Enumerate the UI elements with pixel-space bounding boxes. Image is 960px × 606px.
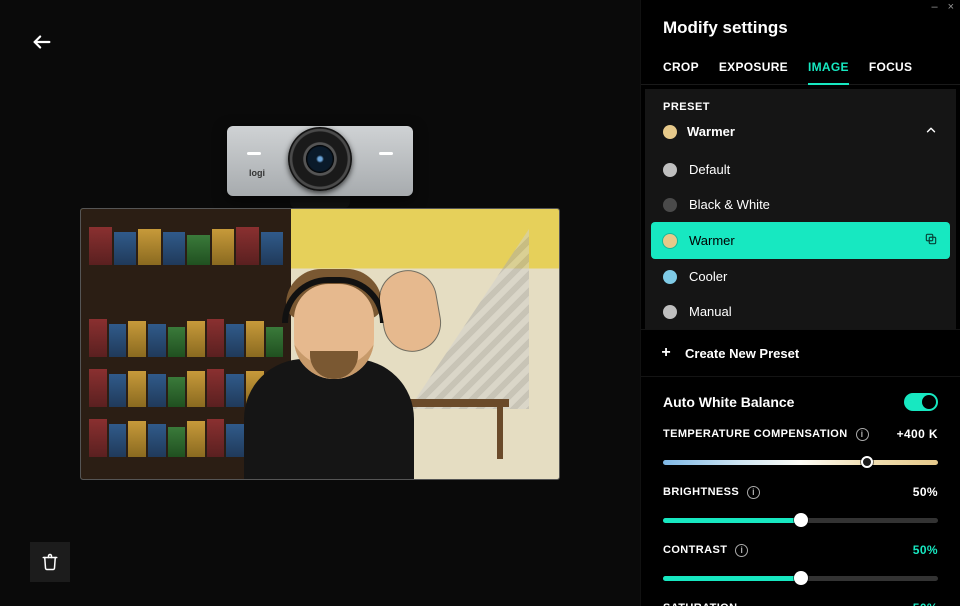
panel-scroll[interactable]: PRESET Warmer Default Black & White [641,85,960,606]
preset-heading: PRESET [645,89,956,117]
awb-section: Auto White Balance [641,377,960,417]
temperature-thumb[interactable] [861,456,873,468]
temperature-track [663,460,938,465]
contrast-slider[interactable] [663,569,938,587]
awb-toggle[interactable] [904,393,938,411]
tab-exposure[interactable]: EXPOSURE [719,52,788,84]
app-root: logi [0,0,960,606]
window-controls: – × [641,0,960,16]
contrast-fill [663,576,801,581]
info-icon[interactable]: i [735,544,748,557]
settings-panel: – × Modify settings CROP EXPOSURE IMAGE … [640,0,960,606]
saturation-control: SATURATION 50% [641,591,960,606]
awb-label: Auto White Balance [663,394,904,410]
tab-focus[interactable]: FOCUS [869,52,913,84]
swatch-manual [663,305,677,319]
webcam-mount [290,194,350,208]
info-icon[interactable]: i [856,428,869,441]
preset-option-cooler[interactable]: Cooler [645,259,956,294]
brightness-label: BRIGHTNESS [663,486,739,498]
preview-pane: logi [0,0,640,606]
swatch-bw [663,198,677,212]
tab-crop[interactable]: CROP [663,52,699,84]
camera-preview-stack: logi [80,126,560,480]
preset-option-label: Default [689,162,730,177]
preset-option-default[interactable]: Default [645,152,956,187]
preset-option-warmer[interactable]: Warmer [651,222,950,259]
saturation-label: SATURATION [663,602,737,606]
contrast-thumb[interactable] [794,571,808,585]
tab-bar: CROP EXPOSURE IMAGE FOCUS [641,52,960,85]
brightness-slider[interactable] [663,511,938,529]
preset-block: PRESET Warmer Default Black & White [645,89,956,329]
panel-title: Modify settings [641,16,960,52]
webcam-lens [288,127,352,191]
arrow-left-icon [31,31,53,53]
window-close[interactable]: × [948,2,954,16]
temperature-slider[interactable] [663,453,938,471]
copy-icon[interactable] [924,232,938,249]
webcam-device: logi [227,126,413,196]
contrast-control: CONTRAST i 50% [641,533,960,591]
saturation-value: 50% [913,601,938,606]
preset-current-row[interactable]: Warmer [645,117,956,152]
brightness-control: BRIGHTNESS i 50% [641,475,960,533]
back-button[interactable] [28,28,56,56]
preset-option-label: Cooler [689,269,727,284]
preset-option-label: Black & White [689,197,770,212]
chevron-up-icon [924,123,938,140]
create-preset-label: Create New Preset [685,346,799,361]
swatch-default [663,163,677,177]
preset-current-swatch [663,125,677,139]
webcam-brand-label: logi [249,168,265,178]
swatch-warmer [663,234,677,248]
plus-icon: + [659,344,673,362]
preset-option-bw[interactable]: Black & White [645,187,956,222]
preset-current-label: Warmer [687,124,735,139]
tab-image[interactable]: IMAGE [808,52,849,84]
brightness-value: 50% [913,485,938,499]
contrast-value: 50% [913,543,938,557]
preset-option-label: Manual [689,304,732,319]
preview-person [224,269,434,479]
temperature-value: +400 K [897,427,938,441]
temperature-control: TEMPERATURE COMPENSATION i +400 K [641,417,960,475]
delete-preset-button[interactable] [30,542,70,582]
swatch-cooler [663,270,677,284]
temperature-label: TEMPERATURE COMPENSATION [663,428,848,440]
preset-option-manual[interactable]: Manual [645,294,956,329]
brightness-fill [663,518,801,523]
window-minimize[interactable]: – [931,2,937,16]
preset-option-label: Warmer [689,233,735,248]
preview-scene [81,209,559,479]
brightness-thumb[interactable] [794,513,808,527]
video-preview[interactable] [80,208,560,480]
create-preset-button[interactable]: + Create New Preset [641,329,960,377]
info-icon[interactable]: i [747,486,760,499]
contrast-label: CONTRAST [663,544,727,556]
trash-icon [41,553,59,571]
